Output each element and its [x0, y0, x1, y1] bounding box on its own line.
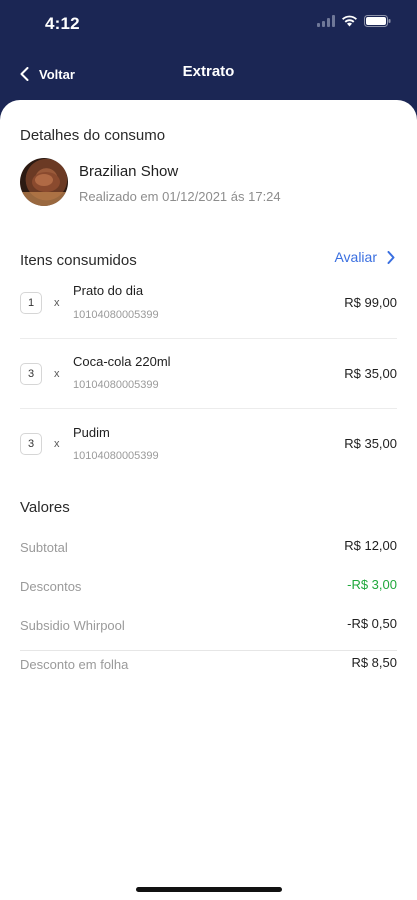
quantity-badge: 3: [20, 363, 42, 385]
consumption-date: Realizado em 01/12/2021 ás 17:24: [79, 189, 281, 204]
times-sign: x: [54, 368, 60, 380]
payroll-discount-amount: R$ 8,50: [351, 655, 397, 670]
subsidy-amount: -R$ 0,50: [347, 616, 397, 631]
divider: [20, 408, 397, 409]
item-name: Pudim: [73, 425, 110, 440]
discounts-label: Descontos: [20, 579, 82, 594]
home-indicator: [136, 887, 282, 892]
merchant-avatar: [20, 158, 68, 206]
consumption-section-title: Detalhes do consumo: [20, 127, 166, 144]
divider: [20, 338, 397, 339]
discounts-amount: -R$ 3,00: [347, 577, 397, 592]
item-code: 10104080005399: [73, 379, 159, 391]
nav-bar: Voltar Extrato: [0, 55, 417, 95]
item-code: 10104080005399: [73, 450, 159, 462]
quantity-badge: 1: [20, 292, 42, 314]
list-item[interactable]: 3 x Coca-cola 220ml 10104080005399 R$ 35…: [20, 350, 397, 420]
subsidy-label: Subsidio Whirpool: [20, 618, 125, 633]
status-bar: 4:12: [0, 0, 417, 50]
values-section-title: Valores: [20, 499, 70, 516]
food-image-icon: [20, 172, 68, 206]
times-sign: x: [54, 438, 60, 450]
item-name: Coca-cola 220ml: [73, 354, 171, 369]
signal-icon: [317, 15, 335, 27]
content-sheet: Detalhes do consumo Brazilian Show Reali…: [0, 100, 417, 900]
page-title: Extrato: [182, 63, 235, 80]
item-price: R$ 99,00: [344, 295, 397, 310]
items-section-title: Itens consumidos: [20, 252, 137, 269]
wifi-icon: [342, 15, 357, 27]
status-icons: [317, 15, 391, 27]
merchant-name: Brazilian Show: [79, 163, 179, 180]
payroll-discount-label: Desconto em folha: [20, 657, 129, 672]
list-item[interactable]: 3 x Pudim 10104080005399 R$ 35,00: [20, 420, 397, 490]
item-name: Prato do dia: [73, 283, 144, 298]
item-price: R$ 35,00: [344, 366, 397, 381]
battery-icon: [364, 15, 391, 27]
subtotal-label: Subtotal: [20, 540, 68, 555]
rate-label: Avaliar: [334, 249, 377, 265]
item-code: 10104080005399: [73, 309, 159, 321]
item-price: R$ 35,00: [344, 436, 397, 451]
list-item[interactable]: 1 x Prato do dia 10104080005399 R$ 99,00: [20, 280, 397, 350]
chevron-right-icon: [387, 250, 395, 264]
status-time: 4:12: [45, 14, 80, 33]
divider: [20, 650, 397, 651]
quantity-badge: 3: [20, 433, 42, 455]
times-sign: x: [54, 297, 60, 309]
rate-button[interactable]: Avaliar: [334, 249, 395, 265]
subtotal-amount: R$ 12,00: [344, 538, 397, 553]
